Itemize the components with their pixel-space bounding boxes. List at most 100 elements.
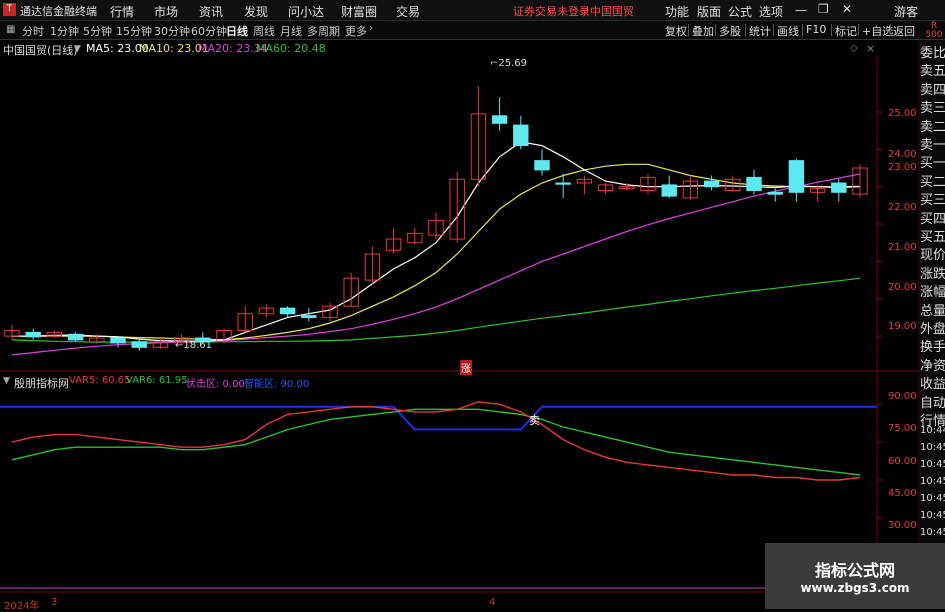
kline-chart[interactable]	[0, 56, 918, 609]
sidebar-item[interactable]: 自动	[920, 394, 945, 414]
menu-discover[interactable]: 发现	[244, 3, 268, 20]
sidebar-item[interactable]: 卖二	[920, 118, 945, 138]
candle-down	[67, 333, 84, 341]
tab-15min[interactable]: 15分钟	[116, 23, 152, 39]
f10-button[interactable]: F10	[806, 23, 826, 36]
layout-button[interactable]: 版面	[697, 3, 721, 20]
sidebar-item[interactable]: 买二	[920, 173, 945, 193]
divider	[802, 24, 803, 36]
draw-line-button[interactable]: 画线	[777, 23, 799, 39]
close-icon[interactable]: ✕	[842, 2, 852, 16]
sidebar-item[interactable]: 买四	[920, 210, 945, 230]
candle-down	[491, 115, 508, 124]
menu-market[interactable]: 市场	[154, 3, 178, 20]
price-tick: 24.00	[888, 149, 917, 160]
price-tick: 20.00	[888, 282, 917, 293]
sidebar-item[interactable]: 总量	[920, 302, 945, 322]
sidebar-header-value: 500	[925, 30, 943, 40]
x-axis-month: 3	[51, 597, 58, 608]
close-icon[interactable]: ×	[866, 42, 875, 55]
restore-icon[interactable]: ❐	[818, 2, 829, 16]
high-price-value: 25.69	[498, 58, 528, 69]
sidebar-trade-time: 10:45	[920, 442, 945, 453]
mark-button[interactable]: 标记	[835, 23, 857, 39]
menu-quotes[interactable]: 行情	[110, 3, 134, 20]
tab-multi-period[interactable]: 多周期	[307, 23, 340, 39]
menu-wealth[interactable]: 财富圈	[341, 3, 377, 20]
menu-news[interactable]: 资讯	[199, 3, 223, 20]
candle-down	[131, 341, 147, 348]
title-bar: T 通达信金融终端 行情 市场 资讯 发现 问小达 财富圈 交易 证券交易未登录…	[0, 0, 945, 21]
sidebar-trade-time: 10:45	[920, 476, 945, 487]
sidebar-item[interactable]: 买一	[920, 154, 945, 174]
price-tick: 21.00	[888, 242, 917, 253]
candle-down	[661, 184, 677, 197]
price-tick: 19.00	[888, 321, 917, 332]
tab-daily[interactable]: 日线	[226, 23, 248, 39]
settings-dropdown-icon[interactable]: ▼	[74, 44, 81, 54]
sidebar-item[interactable]: 卖三	[920, 99, 945, 119]
high-price-annotation: ⌐25.69	[490, 58, 528, 69]
sidebar-item[interactable]: 涨跌	[920, 265, 945, 285]
tab-1min[interactable]: 1分钟	[50, 23, 79, 39]
diamond-icon[interactable]: ◇	[850, 43, 858, 54]
menu-ask[interactable]: 问小达	[288, 3, 324, 20]
sidebar-item[interactable]: 净资	[920, 357, 945, 377]
sidebar-item[interactable]: 卖四	[920, 81, 945, 101]
candle-down	[25, 331, 41, 338]
stats-button[interactable]: 统计	[749, 23, 771, 39]
indicator-tick: 30.00	[888, 520, 917, 531]
candle-down	[703, 180, 720, 188]
sidebar-trade-time: 10:45	[920, 493, 945, 504]
overlay-button[interactable]: 叠加	[692, 23, 714, 39]
watermark-title: 指标公式网	[814, 561, 895, 580]
tab-30min[interactable]: 30分钟	[154, 23, 190, 39]
grid-icon[interactable]: ▦	[6, 24, 15, 35]
tab-more[interactable]: 更多	[345, 23, 367, 39]
divider	[890, 24, 891, 36]
tab-monthly[interactable]: 月线	[280, 23, 302, 39]
tab-weekly[interactable]: 周线	[253, 23, 275, 39]
sidebar-item[interactable]: 买五	[920, 228, 945, 248]
watermark: 指标公式网 www.zbgs3.com	[765, 543, 945, 609]
back-button[interactable]: 返回	[893, 23, 915, 39]
sidebar-item[interactable]: 卖五	[920, 62, 945, 82]
adjust-button[interactable]: 复权	[665, 23, 687, 39]
tab-intraday[interactable]: 分时	[22, 23, 44, 39]
sidebar-trade-time: 10:45	[920, 527, 945, 538]
menu-trade[interactable]: 交易	[396, 3, 420, 20]
options-button[interactable]: 选项	[759, 3, 783, 20]
candle-down	[746, 176, 762, 192]
divider	[745, 24, 746, 36]
quote-sidebar: R 500 委比 卖五 卖四 卖三 卖二 卖一 买一 买二 买三 买四 买五 现价 涨跌 涨幅 总量 外盘 换手净…	[918, 22, 945, 609]
formula-button[interactable]: 公式	[728, 3, 752, 20]
var5-line	[11, 401, 861, 481]
candle-down	[110, 337, 126, 344]
add-watchlist-button[interactable]: +自选	[862, 23, 893, 39]
sidebar-item[interactable]: 换手	[920, 338, 945, 358]
tab-60min[interactable]: 60分钟	[191, 23, 227, 39]
tab-5min[interactable]: 5分钟	[83, 23, 112, 39]
sidebar-item[interactable]: 外盘	[920, 320, 945, 340]
sidebar-item[interactable]: 卖一	[920, 136, 945, 156]
sidebar-trade-time: 10:44	[920, 425, 945, 436]
minimize-icon[interactable]: —	[795, 3, 807, 17]
price-tick: 25.00	[888, 108, 917, 119]
indicator-tick: 60.00	[888, 456, 917, 467]
sidebar-item[interactable]: 收益	[920, 375, 945, 395]
candle-down	[534, 160, 550, 171]
sidebar-item[interactable]: 涨幅	[920, 283, 945, 303]
multi-stock-button[interactable]: 多股	[719, 23, 741, 39]
low-price-value: 18.61	[183, 340, 213, 351]
sidebar-item[interactable]: 买三	[920, 191, 945, 211]
divider	[715, 24, 716, 36]
function-button[interactable]: 功能	[665, 3, 689, 20]
login-warning[interactable]: 证券交易未登录	[513, 3, 590, 19]
sidebar-item[interactable]: 现价	[920, 246, 945, 266]
sell-marker: 卖	[529, 414, 540, 427]
guest-label[interactable]: 游客	[894, 3, 918, 20]
chevron-right-icon[interactable]: ›	[369, 23, 373, 34]
ma60-label: MA60: 20.48	[256, 42, 326, 55]
sidebar-item[interactable]: 委比	[920, 44, 945, 64]
candle-down	[831, 182, 847, 193]
